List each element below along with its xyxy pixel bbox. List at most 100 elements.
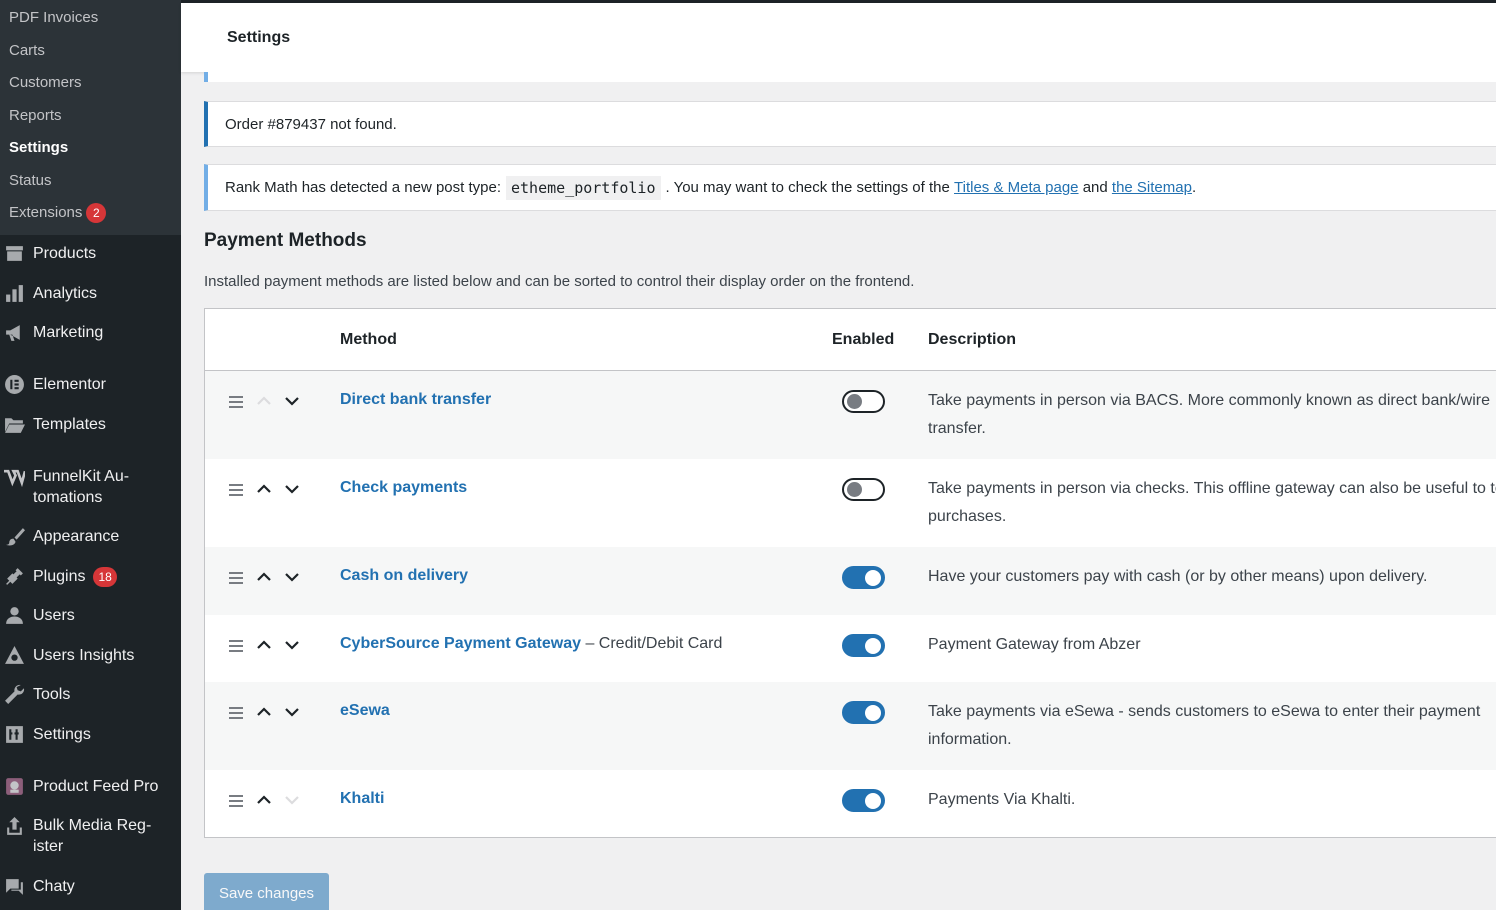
sidebar-item-product-feed-pro[interactable]: Product Feed Pro (0, 776, 181, 797)
method-name[interactable]: Khalti (340, 790, 384, 808)
submenu-item-extensions[interactable]: Extensions 2 (0, 197, 181, 230)
description-line: Take payments in person via checks. This… (928, 480, 1496, 497)
drag-handle-icon[interactable] (229, 396, 243, 411)
bar-chart-icon (0, 283, 33, 304)
sidebar-item-marketing[interactable]: Marketing (0, 322, 181, 343)
move-down-icon[interactable] (284, 393, 300, 409)
folder-icon (0, 414, 33, 435)
method-description: Have your customers pay with cash (or by… (928, 563, 1427, 591)
sidebar-label-line2: ister (33, 838, 64, 855)
method-name[interactable]: Cash on delivery (340, 567, 468, 585)
method-description: Payment Gateway from Abzer (928, 631, 1141, 659)
submenu-item-status[interactable]: Status (0, 165, 181, 198)
method-name[interactable]: eSewa (340, 702, 390, 720)
table-row: Cash on delivery Have your customers pay … (205, 547, 1496, 615)
page-header: Settings (181, 3, 1496, 72)
chat-icon (0, 876, 33, 897)
column-header-enabled: Enabled (832, 331, 895, 348)
sidebar-item-users-insights[interactable]: Users Insights (0, 645, 181, 666)
extensions-count-badge: 2 (86, 203, 107, 224)
page-title: Settings (227, 29, 291, 46)
move-down-icon[interactable] (284, 637, 300, 653)
column-header-description: Description (928, 331, 1017, 348)
section-description: Installed payment methods are listed bel… (204, 273, 915, 290)
column-header-method: Method (340, 331, 397, 348)
sidebar-label: Marketing (33, 324, 104, 341)
submenu-label: Status (9, 171, 52, 189)
move-down-icon[interactable] (284, 481, 300, 497)
sitemap-link[interactable]: the Sitemap (1112, 179, 1192, 196)
archive-icon (0, 243, 33, 264)
drag-handle-icon[interactable] (229, 640, 243, 655)
move-up-icon[interactable] (256, 792, 272, 808)
sidebar-label-line2: tomations (33, 489, 103, 506)
method-link[interactable]: Cash on delivery (340, 567, 468, 584)
submenu-item-carts[interactable]: Carts (0, 35, 181, 68)
submenu-item-reports[interactable]: Reports (0, 100, 181, 133)
move-down-icon[interactable] (284, 704, 300, 720)
notice-text: Rank Math has detected a new post type: (225, 179, 501, 196)
enabled-toggle[interactable] (842, 701, 885, 724)
method-link[interactable]: Khalti (340, 790, 384, 807)
save-changes-button[interactable]: Save changes (204, 873, 329, 910)
move-up-icon[interactable] (256, 637, 272, 653)
notice-text: Order #879437 not found. (225, 115, 397, 133)
drag-handle-icon[interactable] (229, 572, 243, 587)
move-down-icon[interactable] (284, 792, 300, 808)
table-row: eSewa Take payments via eSewa - sends cus… (205, 682, 1496, 770)
method-name[interactable]: Check payments (340, 479, 467, 497)
method-link[interactable]: Direct bank transfer (340, 391, 491, 408)
sidebar-item-users[interactable]: Users (0, 605, 181, 626)
admin-sidebar: PDF Invoices Carts Customers Reports Set… (0, 0, 181, 910)
drag-handle-icon[interactable] (229, 707, 243, 722)
method-link[interactable]: eSewa (340, 702, 390, 719)
method-link[interactable]: Check payments (340, 479, 467, 496)
move-up-icon[interactable] (256, 393, 272, 409)
sidebar-item-appearance[interactable]: Appearance (0, 526, 181, 547)
sidebar-item-elementor[interactable]: Elementor (0, 374, 181, 395)
move-down-icon[interactable] (284, 569, 300, 585)
enabled-toggle[interactable] (842, 478, 885, 501)
method-name[interactable]: CyberSource Payment Gateway – Credit/Deb… (340, 635, 722, 653)
table-row: Check payments Take payments in person vi… (205, 459, 1496, 547)
drag-handle-icon[interactable] (229, 484, 243, 499)
submenu-item-customers[interactable]: Customers (0, 67, 181, 100)
sidebar-item-templates[interactable]: Templates (0, 414, 181, 435)
enabled-toggle[interactable] (842, 789, 885, 812)
enabled-toggle[interactable] (842, 634, 885, 657)
table-row: CyberSource Payment Gateway – Credit/Deb… (205, 615, 1496, 682)
toggle-knob (847, 394, 862, 409)
toggle-knob (865, 793, 881, 809)
titles-meta-link[interactable]: Titles & Meta page (954, 179, 1079, 196)
payment-methods-table: Method Enabled Description Direct bank t… (204, 308, 1496, 838)
sidebar-item-tools[interactable]: Tools (0, 684, 181, 705)
move-up-icon[interactable] (256, 704, 272, 720)
sidebar-label: Templates (33, 416, 106, 433)
post-type-code: etheme_portfolio (506, 175, 661, 200)
enabled-toggle[interactable] (842, 390, 885, 413)
submenu-item-pdf-invoices[interactable]: PDF Invoices (0, 2, 181, 35)
wrench-icon (0, 684, 33, 705)
sidebar-item-analytics[interactable]: Analytics (0, 283, 181, 304)
sidebar-item-funnelkit[interactable]: FunnelKit Au-tomations (0, 466, 181, 508)
method-description: Take payments in person via checks. This… (928, 475, 1496, 531)
sidebar-label: Bulk Media Reg- (33, 817, 152, 834)
sidebar-item-bulk-media-register[interactable]: Bulk Media Reg-ister (0, 815, 181, 857)
move-up-icon[interactable] (256, 481, 272, 497)
woocommerce-submenu: PDF Invoices Carts Customers Reports Set… (0, 0, 181, 235)
sidebar-item-plugins[interactable]: Plugins 18 (0, 566, 181, 587)
description-line: purchases. (928, 508, 1007, 525)
toggle-knob (865, 705, 881, 721)
drag-handle-icon[interactable] (229, 795, 243, 810)
sidebar-label: Analytics (33, 285, 98, 302)
method-name[interactable]: Direct bank transfer (340, 391, 491, 409)
move-up-icon[interactable] (256, 569, 272, 585)
submenu-item-settings[interactable]: Settings (0, 132, 181, 165)
description-line: transfer. (928, 420, 986, 437)
method-link[interactable]: CyberSource Payment Gateway (340, 635, 581, 652)
enabled-toggle[interactable] (842, 566, 885, 589)
sidebar-item-chaty[interactable]: Chaty (0, 876, 181, 897)
sidebar-item-settings[interactable]: Settings (0, 724, 181, 745)
sidebar-item-products[interactable]: Products (0, 243, 181, 264)
triangle-icon (0, 645, 33, 666)
